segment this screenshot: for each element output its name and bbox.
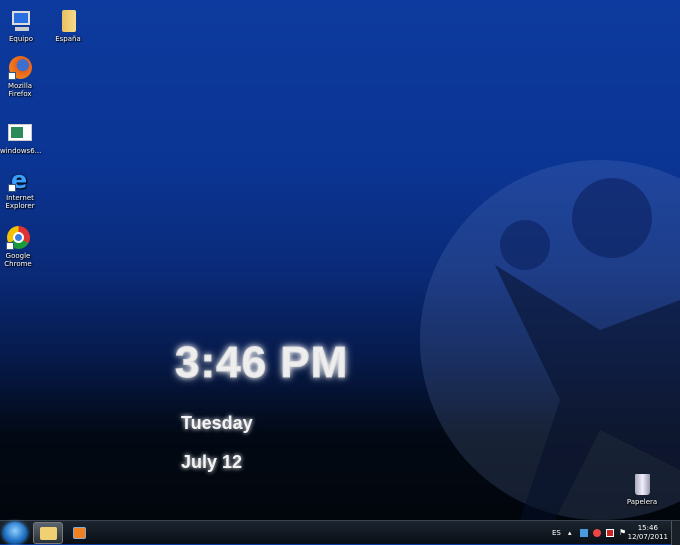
icon-label: Google Chrome [4,252,32,268]
security-icon[interactable] [606,529,614,537]
taskbar: ES ▴ ⚑ 15:46 12/07/2011 [0,520,680,545]
clock-gadget-date: July 12 [181,452,243,472]
taskbar-explorer-button[interactable] [33,522,63,544]
volume-icon[interactable] [593,529,601,537]
show-hidden-icons-icon[interactable]: ▴ [568,521,572,545]
clock-gadget-day: Tuesday [181,413,253,433]
desktop-icon-firefox[interactable]: Mozilla Firefox [0,56,40,98]
computer-icon [9,9,33,33]
desktop-icon-ie[interactable]: e Internet Explorer [0,168,40,210]
image-file-icon [8,121,32,145]
firefox-icon [8,56,32,80]
icon-label: Mozilla Firefox [7,82,33,98]
taskbar-media-player-button[interactable] [68,522,92,544]
system-clock[interactable]: 15:46 12/07/2011 [628,524,668,542]
network-icon[interactable] [580,529,588,537]
desktop-icon-windows6[interactable]: windows6... [0,121,42,155]
desktop-icon-recycle-bin[interactable]: Papelera [622,472,662,506]
icon-label: Internet Explorer [5,194,35,210]
desktop-icon-espana[interactable]: España [48,9,88,43]
action-center-flag-icon[interactable]: ⚑ [619,528,626,538]
tray-date: 12/07/2011 [627,533,668,541]
folder-icon [56,9,80,33]
clock-gadget-time: 3:46 PM [174,338,349,388]
wallpaper-clock-logo [420,160,680,520]
icon-label: Papelera [626,498,658,506]
desktop-icon-equipo[interactable]: Equipo [1,9,41,43]
icon-label: windows6... [0,147,42,155]
folder-icon [40,527,57,540]
show-desktop-button[interactable] [671,521,680,545]
chrome-icon [6,226,30,250]
start-button[interactable] [3,522,27,544]
icon-label: Equipo [9,35,33,43]
media-player-icon [73,527,86,539]
recycle-bin-icon [630,472,654,496]
tray-time: 15:46 [637,524,658,532]
internet-explorer-icon: e [8,168,32,192]
language-indicator[interactable]: ES [552,521,561,545]
icon-label: España [55,35,81,43]
desktop-icon-chrome[interactable]: Google Chrome [0,226,38,268]
